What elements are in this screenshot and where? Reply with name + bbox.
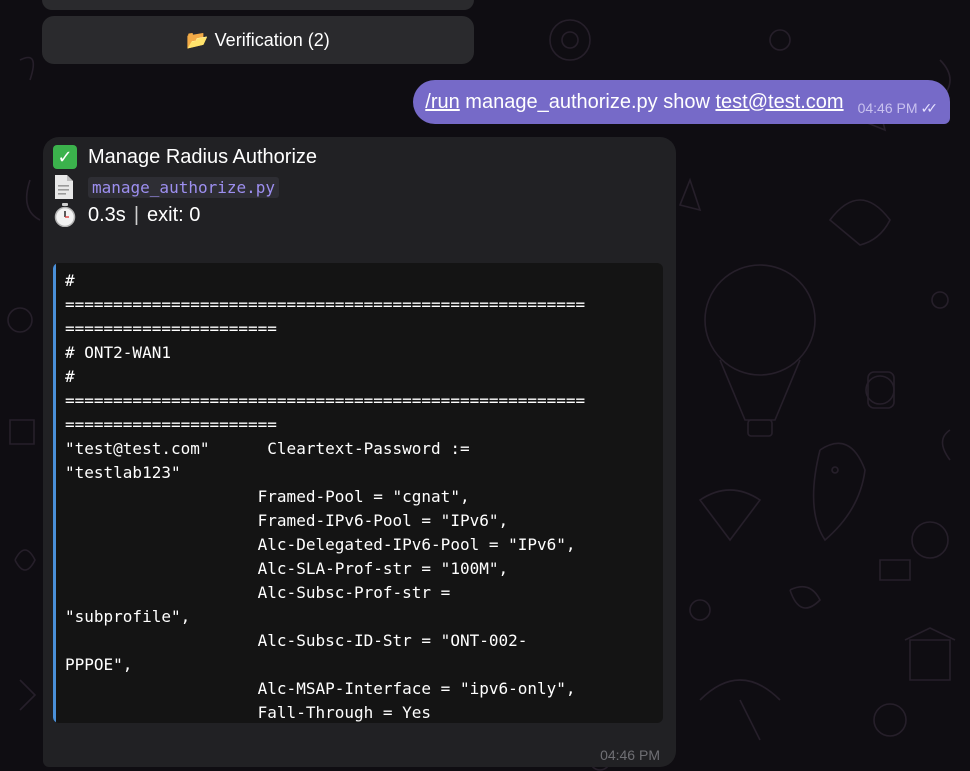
- message-time: 04:46 PM: [857, 100, 918, 116]
- keyboard-button-above[interactable]: [42, 0, 474, 10]
- stopwatch-icon: [54, 203, 76, 227]
- file-line: manage_authorize.py: [53, 174, 280, 200]
- command-link[interactable]: /run: [425, 91, 459, 114]
- exit-code: exit: 0: [147, 203, 201, 226]
- folder-icon: 📂: [186, 29, 209, 50]
- message-time: 04:46 PM: [600, 747, 660, 763]
- code-block-accent: [53, 263, 56, 723]
- email-link[interactable]: test@test.com: [715, 91, 843, 114]
- check-mark-icon: ✓: [53, 145, 77, 169]
- filename-code[interactable]: manage_authorize.py: [88, 176, 280, 198]
- incoming-message[interactable]: ✓ Manage Radius Authorize manage_authori…: [43, 137, 676, 767]
- duration: 0.3s: [88, 203, 126, 226]
- double-check-icon: ✓✓: [920, 99, 939, 116]
- document-icon: [55, 175, 73, 199]
- outgoing-message[interactable]: /run manage_authorize.py show test@test.…: [413, 80, 950, 124]
- code-content[interactable]: # ======================================…: [65, 269, 651, 723]
- message-title-line: ✓ Manage Radius Authorize: [53, 145, 317, 169]
- code-block[interactable]: # ======================================…: [53, 263, 663, 723]
- separator: |: [133, 203, 140, 226]
- message-meta: 04:46 PM ✓✓: [857, 99, 939, 117]
- message-text: manage_authorize.py show: [459, 90, 716, 113]
- message-title: Manage Radius Authorize: [88, 145, 318, 168]
- execution-info: 0.3s | exit: 0: [53, 203, 200, 227]
- verification-button-label: Verification (2): [214, 29, 330, 50]
- verification-keyboard-button[interactable]: 📂 Verification (2): [42, 16, 474, 64]
